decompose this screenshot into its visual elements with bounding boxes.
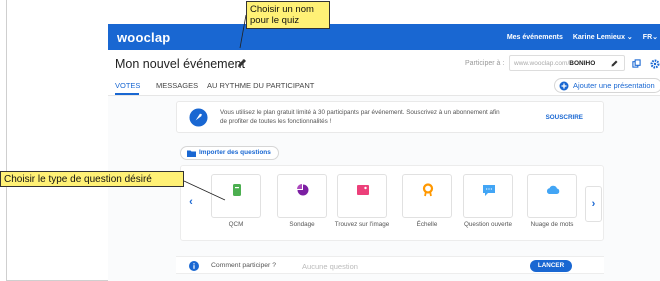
mcq-icon [233,184,241,196]
word-cloud-icon [546,185,560,194]
folder-icon [187,150,196,157]
add-presentation-label: Ajouter une présentation [573,81,655,90]
open-question-icon [483,185,495,196]
edit-code-icon[interactable] [610,59,619,68]
question-type-poll[interactable] [277,174,327,218]
url-prefix: www.wooclap.com/ [514,59,570,67]
question-type-word-cloud[interactable] [527,174,577,218]
question-type-carousel: ‹ QCM Sondage Trouvez sur l'image Échell… [180,165,604,241]
question-type-scale[interactable] [402,174,452,218]
image-icon [357,185,369,195]
participate-label: Participer à : [465,60,505,67]
plus-icon [559,81,569,91]
tab-messages[interactable]: MESSAGES [156,81,198,90]
callout-line: pour le quiz [250,15,300,26]
question-type-mcq[interactable] [211,174,261,218]
poll-icon [297,184,309,196]
carousel-next-arrow[interactable]: › [585,186,602,222]
top-bar: wooclap Mes événements Karine Lemieux ⌄ … [108,24,660,50]
nav-language[interactable]: FR⌄ [643,33,658,41]
import-questions-label: Importer des questions [199,149,271,156]
participation-url-field[interactable]: www.wooclap.com/BONIHO [509,55,625,71]
add-presentation-button[interactable]: Ajouter une présentation [554,78,660,93]
question-type-open-question[interactable] [463,174,513,218]
question-type-find-on-image[interactable] [337,174,387,218]
callout-line: Choisir un nom [250,4,314,15]
question-type-label: Trouvez sur l'image [334,221,390,228]
top-nav: Mes événements Karine Lemieux ⌄ FR⌄ [507,24,658,50]
free-plan-banner: Vous utilisez le plan gratuit limité à 3… [176,101,604,133]
tab-votes[interactable]: VOTES [115,81,140,90]
pencil-icon[interactable] [236,57,248,69]
banner-text: Vous utilisez le plan gratuit limité à 3… [220,109,500,125]
rocket-icon [189,108,208,127]
empty-question-list: Aucune question [302,262,358,271]
active-tab-indicator [115,93,139,95]
question-type-label: Nuage de mots [530,221,574,228]
carousel-prev-arrow[interactable]: ‹ [185,192,197,212]
import-questions-button[interactable]: Importer des questions [180,146,279,160]
brand-logo[interactable]: wooclap [117,30,170,45]
event-title[interactable]: Mon nouvel événement [115,57,245,71]
event-code: BONIHO [569,59,596,67]
question-type-label: Échelle [416,221,438,228]
callout-question-type: Choisir le type de question désiré [0,171,184,187]
question-type-label: Sondage [289,221,315,228]
nav-my-events[interactable]: Mes événements [507,34,563,41]
subscribe-link[interactable]: SOUSCRIRE [546,114,583,121]
callout-name-quiz: Choisir un nom pour le quiz [246,1,330,29]
tab-self-paced[interactable]: AU RYTHME DU PARTICIPANT [207,81,314,90]
title-row: Mon nouvel événement Participer à : www.… [108,50,660,76]
scale-icon [422,183,434,197]
question-type-label: QCM [228,221,244,228]
copy-icon[interactable] [632,59,641,68]
nav-user-menu[interactable]: Karine Lemieux ⌄ [573,33,633,41]
wooclap-app: wooclap Mes événements Karine Lemieux ⌄ … [108,24,660,281]
question-type-label: Question ouverte [464,221,512,228]
gear-icon[interactable] [650,59,660,69]
tab-bar: VOTES MESSAGES AU RYTHME DU PARTICIPANT … [108,76,660,96]
